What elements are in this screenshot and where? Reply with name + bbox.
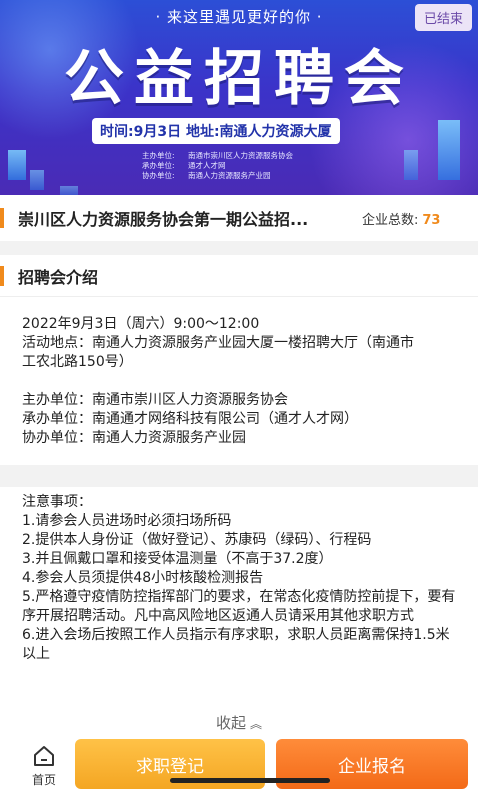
- section-gap: [0, 465, 478, 487]
- intro-card: 招聘会介绍 2022年9月3日（周六）9:00～12:00 活动地点：南通人力资…: [0, 255, 478, 465]
- home-indicator: [170, 778, 330, 783]
- decorative-cube: [404, 150, 418, 180]
- decorative-cube: [60, 186, 78, 195]
- notes-item: 1.请参会人员进场时必须扫场所码: [22, 513, 232, 529]
- bottom-nav: 首页 求职登记 企业报名: [0, 737, 478, 797]
- notes-card: 注意事项： 1.请参会人员进场时必须扫场所码 2.提供本人身份证（做好登记）、苏…: [0, 487, 478, 737]
- section-title: 招聘会介绍: [18, 267, 99, 287]
- notes-item: 2.提供本人身份证（做好登记）、苏康码（绿码）、行程码: [22, 532, 372, 548]
- home-tab[interactable]: 首页: [22, 745, 66, 788]
- organizer-name: 通才人才网: [188, 161, 226, 170]
- intro-organizer: 承办单位：南通通才网络科技有限公司（通才人才网）: [22, 411, 358, 427]
- company-count-value: 73: [422, 212, 441, 228]
- organizer-name: 南通市崇川区人力资源服务协会: [188, 151, 293, 160]
- organizer-role: 协办单位:: [142, 171, 175, 180]
- banner-organizer-row: 承办单位: 通才人才网: [142, 161, 293, 171]
- notes-item: 4.参会人员须提供48小时核酸检测报告: [22, 570, 264, 586]
- intro-date: 2022年9月3日（周六）9:00～12:00: [22, 316, 260, 332]
- collapse-button[interactable]: 收起 ︽: [0, 712, 478, 733]
- organizer-name: 南通人力资源服务产业园: [188, 171, 271, 180]
- notes-heading: 注意事项：: [22, 494, 92, 510]
- banner-organizers: 主办单位: 南通市崇川区人力资源服务协会 承办单位: 通才人才网 协办单位: 南通人力…: [142, 151, 293, 181]
- company-count[interactable]: 企业总数: 73: [362, 209, 440, 228]
- company-count-label: 企业总数:: [362, 212, 419, 228]
- home-icon: [34, 746, 54, 766]
- intro-section-header: 招聘会介绍: [0, 255, 478, 297]
- decorative-cube: [438, 120, 460, 180]
- organizer-role: 承办单位:: [142, 161, 175, 170]
- notes-item: 5.严格遵守疫情防控指挥部门的要求，在常态化疫情防控前提下，要有序开展招聘活动。…: [22, 589, 456, 624]
- intro-location-cont: 工农北路150号）: [22, 354, 133, 370]
- home-label: 首页: [31, 773, 56, 787]
- decorative-cube: [8, 150, 26, 180]
- accent-bar: [0, 208, 4, 228]
- banner-slogan: · 来这里遇见更好的你 ·: [155, 8, 323, 26]
- intro-host: 主办单位：南通市崇川区人力资源服务协会: [22, 392, 288, 408]
- banner-time-location: 时间:9月3日 地址:南通人力资源大厦: [92, 118, 340, 144]
- notes-item: 6.进入会场后按照工作人员指示有序求职，求职人员距离需保持1.5米以上: [22, 627, 450, 662]
- event-banner: · 来这里遇见更好的你 · 已结束 公益招聘会 时间:9月3日 地址:南通人力资…: [0, 0, 478, 195]
- notes-item: 3.并且佩戴口罩和接受体温测量（不高于37.2度）: [22, 551, 333, 567]
- banner-organizer-row: 主办单位: 南通市崇川区人力资源服务协会: [142, 151, 293, 161]
- intro-body: 2022年9月3日（周六）9:00～12:00 活动地点：南通人力资源服务产业园…: [0, 297, 478, 448]
- fair-header: 崇川区人力资源服务协会第一期公益招... 企业总数: 73: [0, 195, 478, 241]
- collapse-label: 收起: [215, 714, 246, 732]
- intro-co-organizer: 协办单位：南通人力资源服务产业园: [22, 430, 246, 446]
- organizer-role: 主办单位:: [142, 151, 175, 160]
- status-badge: 已结束: [414, 4, 472, 31]
- decorative-cube: [30, 170, 44, 190]
- banner-organizer-row: 协办单位: 南通人力资源服务产业园: [142, 171, 293, 181]
- intro-location: 活动地点：南通人力资源服务产业园大厦一楼招聘大厅（南通市: [22, 335, 414, 351]
- chevron-up-icon: ︽: [250, 717, 263, 731]
- accent-bar: [0, 265, 4, 286]
- section-gap: [0, 241, 478, 255]
- fair-title: 崇川区人力资源服务协会第一期公益招...: [18, 210, 309, 229]
- banner-title: 公益招聘会: [64, 44, 414, 114]
